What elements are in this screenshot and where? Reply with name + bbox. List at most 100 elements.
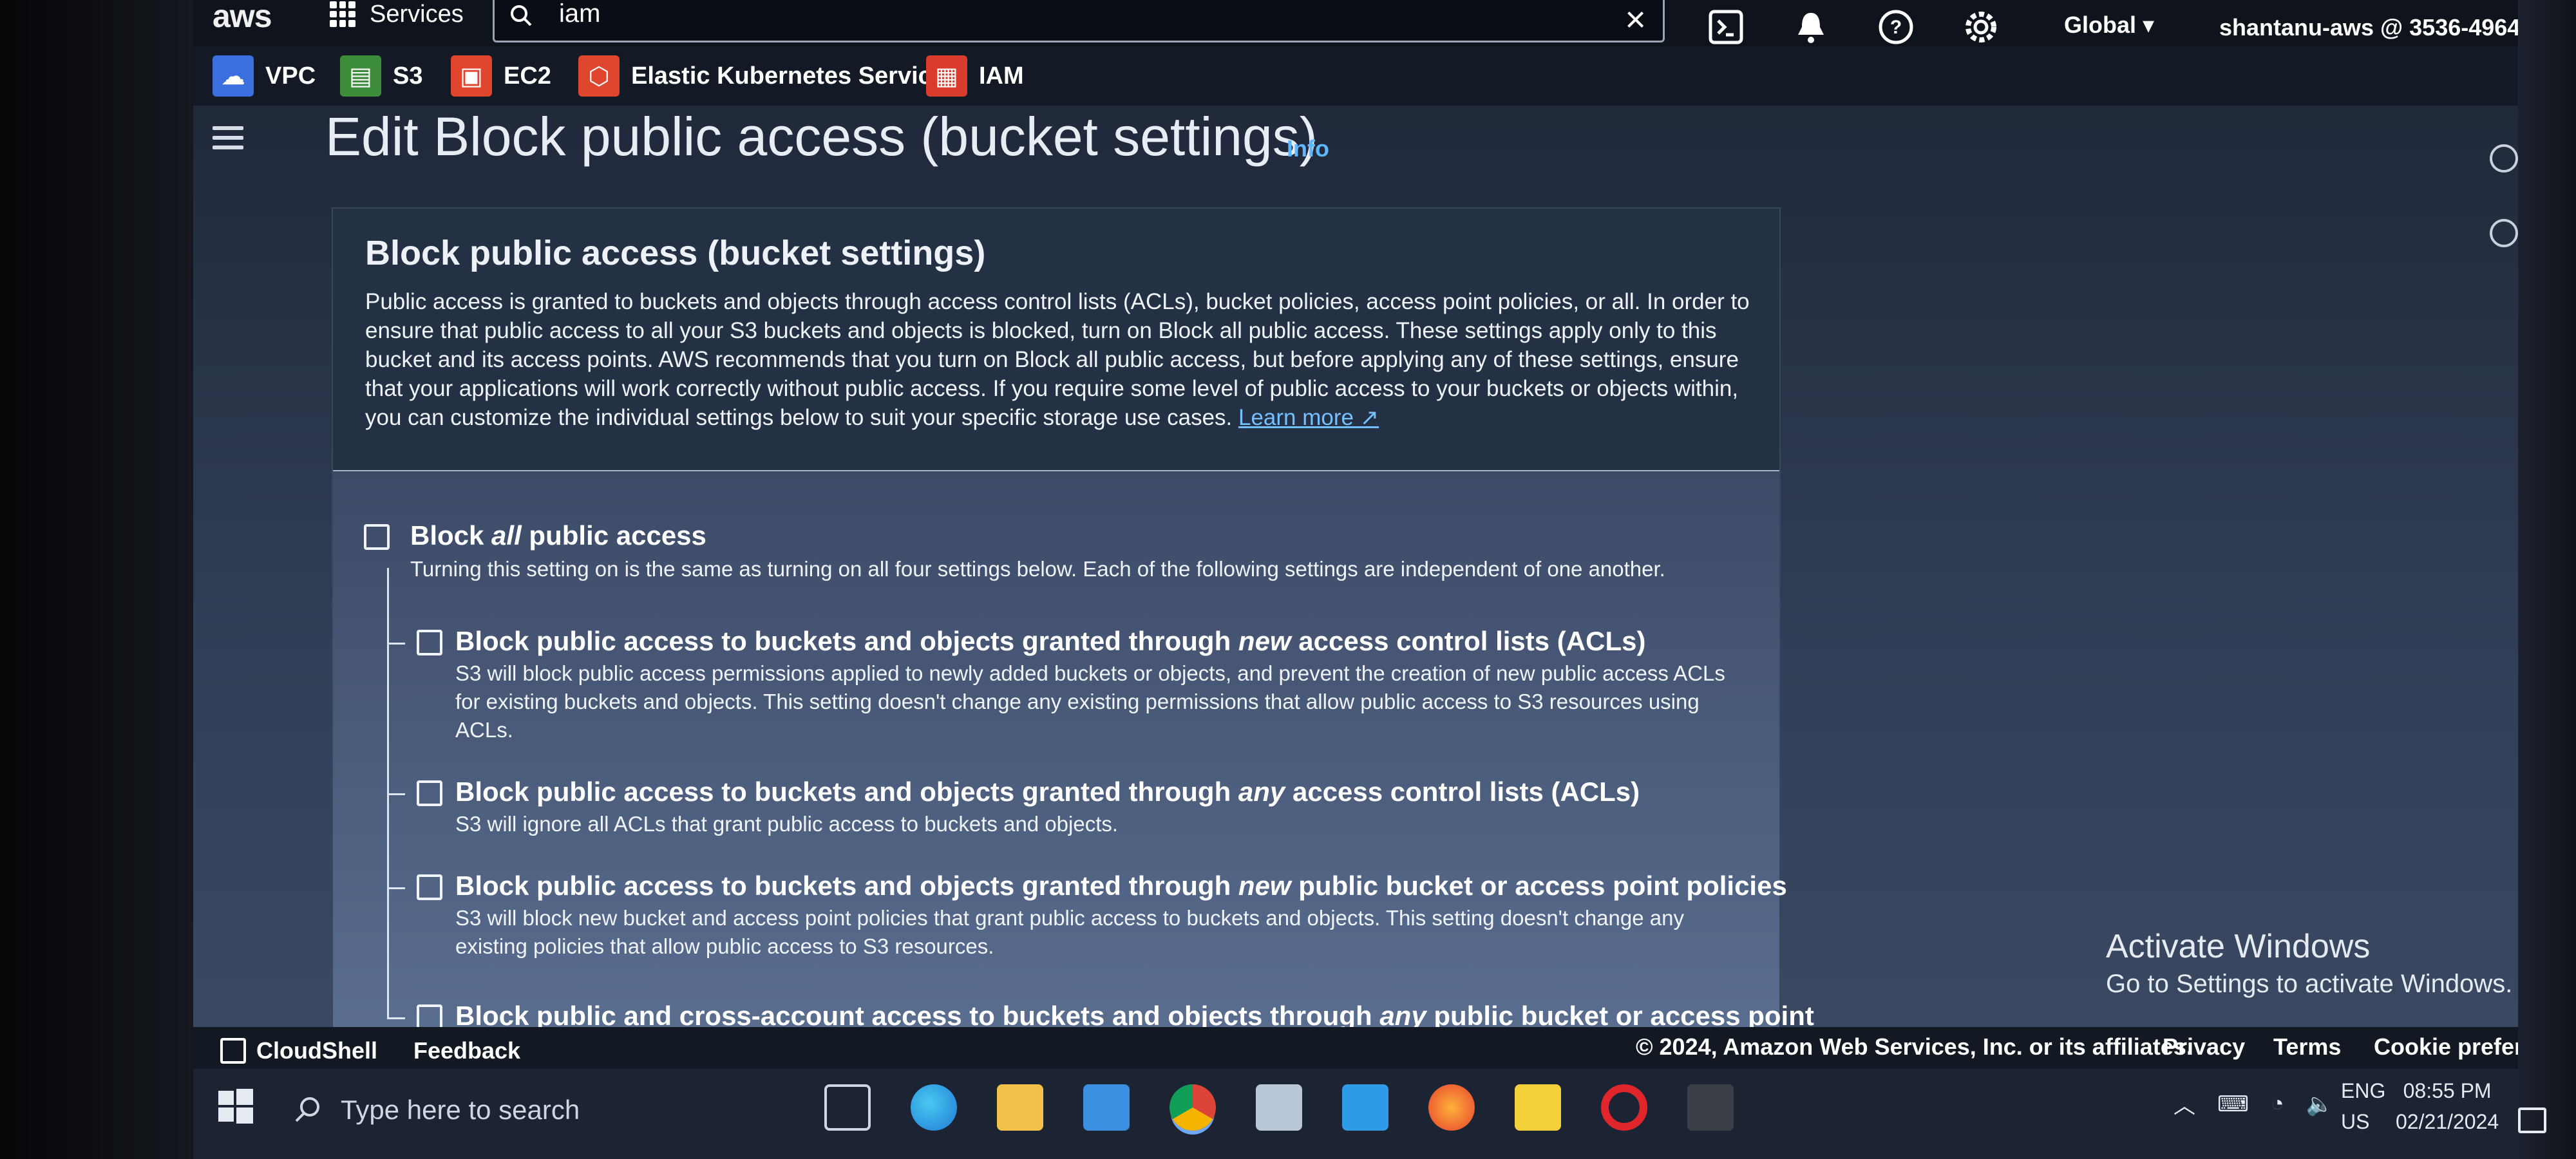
ec2-icon: ▣: [451, 55, 492, 97]
privacy-link[interactable]: Privacy: [2163, 1033, 2245, 1060]
help-icon[interactable]: ?: [1877, 8, 1915, 46]
terms-link[interactable]: Terms: [2273, 1033, 2341, 1060]
services-grid-icon: [330, 1, 355, 27]
title-emphasis: any: [1379, 1001, 1426, 1031]
title-emphasis: all: [491, 520, 522, 551]
favorite-label: EC2: [504, 62, 551, 90]
vscode-icon[interactable]: [1342, 1084, 1388, 1131]
title-part: access control lists (ACLs): [1285, 777, 1640, 807]
clear-search-icon[interactable]: ×: [1625, 0, 1646, 40]
taskbar-search-placeholder: Type here to search: [341, 1095, 580, 1125]
block-new-acls-title: Block public access to buckets and objec…: [455, 626, 1645, 657]
account-menu[interactable]: shantanu-aws @ 3536-4964-7970 ▾: [2219, 14, 2518, 41]
side-navigation-menu-icon[interactable]: [213, 126, 243, 155]
system-tray: ︿ ⌨ ◔ 🔈: [2174, 1088, 2333, 1120]
notepad-icon[interactable]: [1256, 1084, 1302, 1131]
tools-panel-icon[interactable]: [2490, 219, 2518, 247]
activate-windows-watermark: Activate Windows Go to Settings to activ…: [2106, 927, 2512, 999]
sticky-notes-icon[interactable]: [1515, 1084, 1561, 1131]
iam-icon: ▦: [926, 55, 967, 97]
block-any-acls-description: S3 will ignore all ACLs that grant publi…: [455, 812, 1119, 836]
volume-icon[interactable]: 🔈: [2306, 1091, 2333, 1117]
taskbar-clock[interactable]: 08:55 PM 02/21/2024: [2396, 1075, 2499, 1137]
favorite-iam[interactable]: ▦ IAM: [926, 55, 1024, 97]
taskbar-pinned-apps: [824, 1084, 1734, 1131]
search-input[interactable]: iam ×: [493, 0, 1665, 42]
region-code: US: [2341, 1110, 2370, 1133]
feedback-link[interactable]: Feedback: [413, 1037, 520, 1064]
learn-more-label: Learn more: [1238, 405, 1354, 430]
favorite-label: S3: [393, 62, 423, 90]
task-view-icon[interactable]: [824, 1084, 871, 1131]
notifications-icon[interactable]: [2518, 1107, 2546, 1133]
settings-gear-icon[interactable]: [1962, 8, 2000, 46]
windows-start-icon[interactable]: [216, 1087, 254, 1126]
firefox-icon[interactable]: [1428, 1084, 1475, 1131]
info-link[interactable]: Info: [1287, 135, 1329, 162]
taskbar-search-icon: [295, 1097, 319, 1122]
favorite-ec2[interactable]: ▣ EC2: [451, 55, 551, 97]
edge-browser-icon[interactable]: [911, 1084, 957, 1131]
panel-description: Public access is granted to buckets and …: [365, 287, 1750, 432]
cloudshell-button[interactable]: CloudShell: [220, 1037, 377, 1064]
opera-icon[interactable]: [1601, 1084, 1647, 1131]
title-part: Block public and cross-account access to…: [455, 1001, 1380, 1031]
taskbar-search-box[interactable]: Type here to search: [293, 1095, 580, 1126]
aws-app-icon[interactable]: [1687, 1084, 1734, 1131]
monitor-bezel-right: [2518, 0, 2576, 1159]
show-hidden-icons-chevron-icon[interactable]: ︿: [2174, 1088, 2195, 1120]
title-part: public bucket or access point policies: [1291, 871, 1787, 901]
favorite-s3[interactable]: ▤ S3: [340, 55, 422, 97]
tree-branch: [387, 1017, 405, 1019]
favorite-vpc[interactable]: ☁ VPC: [213, 55, 316, 97]
mail-icon[interactable]: [1083, 1084, 1130, 1131]
tree-branch: [387, 793, 405, 795]
block-new-acls-checkbox[interactable]: [417, 630, 442, 655]
block-all-checkbox[interactable]: [364, 524, 390, 550]
svg-text:?: ?: [1890, 17, 1902, 38]
title-part: access control lists (ACLs): [1291, 626, 1646, 656]
info-panel-icon[interactable]: [2490, 144, 2518, 173]
services-menu-button[interactable]: Services: [330, 0, 464, 28]
title-emphasis: new: [1238, 626, 1291, 656]
aws-logo[interactable]: aws: [213, 0, 272, 35]
title-part: Block: [410, 520, 492, 551]
title-part: Block public access to buckets and objec…: [455, 626, 1238, 656]
search-icon: [511, 5, 532, 26]
input-indicator-icon[interactable]: ⌨: [2217, 1091, 2249, 1117]
aws-top-navigation: aws Services iam × ? Global ▾ shantanu-a…: [193, 0, 2518, 46]
windows-taskbar: Type here to search ︿ ⌨ ◔ 🔈 ENG US 08:55…: [193, 1069, 2546, 1159]
tree-branch: [387, 643, 405, 645]
block-new-policies-checkbox[interactable]: [417, 874, 442, 900]
region-selector[interactable]: Global ▾: [2064, 12, 2154, 39]
language-code: ENG: [2341, 1079, 2386, 1102]
right-help-panel-icons: [2490, 144, 2518, 294]
vpc-icon: ☁: [213, 55, 254, 97]
watermark-title: Activate Windows: [2106, 928, 2371, 965]
cookie-preferences-link[interactable]: Cookie preferences: [2374, 1033, 2518, 1060]
monitor-bezel-left: [0, 0, 193, 1159]
block-any-acls-checkbox[interactable]: [417, 780, 442, 806]
language-indicator[interactable]: ENG US: [2341, 1075, 2385, 1137]
wifi-icon[interactable]: ◔: [2271, 1091, 2284, 1117]
favorite-eks[interactable]: ⬡ Elastic Kubernetes Service: [578, 55, 945, 97]
file-explorer-icon[interactable]: [997, 1084, 1043, 1131]
chrome-icon[interactable]: [1170, 1084, 1216, 1131]
panel-settings: Block all public access Turning this set…: [333, 471, 1814, 1038]
search-value: iam: [559, 0, 601, 28]
block-new-acls-description: S3 will block public access permissions …: [455, 661, 1725, 742]
block-cross-account-checkbox[interactable]: [417, 1004, 442, 1030]
cloudshell-icon[interactable]: [1707, 8, 1745, 46]
panel-header: Block public access (bucket settings) Pu…: [333, 209, 1779, 472]
title-part: Block public access to buckets and objec…: [455, 777, 1238, 807]
main-content: Edit Block public access (bucket setting…: [193, 106, 2518, 1038]
block-public-access-panel: Block public access (bucket settings) Pu…: [332, 207, 1814, 1038]
learn-more-link[interactable]: Learn more ↗: [1238, 405, 1379, 430]
title-part: public bucket or access point: [1426, 1001, 1814, 1031]
clock-date: 02/21/2024: [2396, 1110, 2499, 1133]
console-footer: CloudShell Feedback © 2024, Amazon Web S…: [193, 1027, 2518, 1075]
favorite-label: IAM: [979, 62, 1024, 90]
title-part: Block public access to buckets and objec…: [455, 871, 1238, 901]
notifications-bell-icon[interactable]: [1792, 8, 1830, 46]
copyright-text: © 2024, Amazon Web Services, Inc. or its…: [1636, 1033, 2193, 1060]
